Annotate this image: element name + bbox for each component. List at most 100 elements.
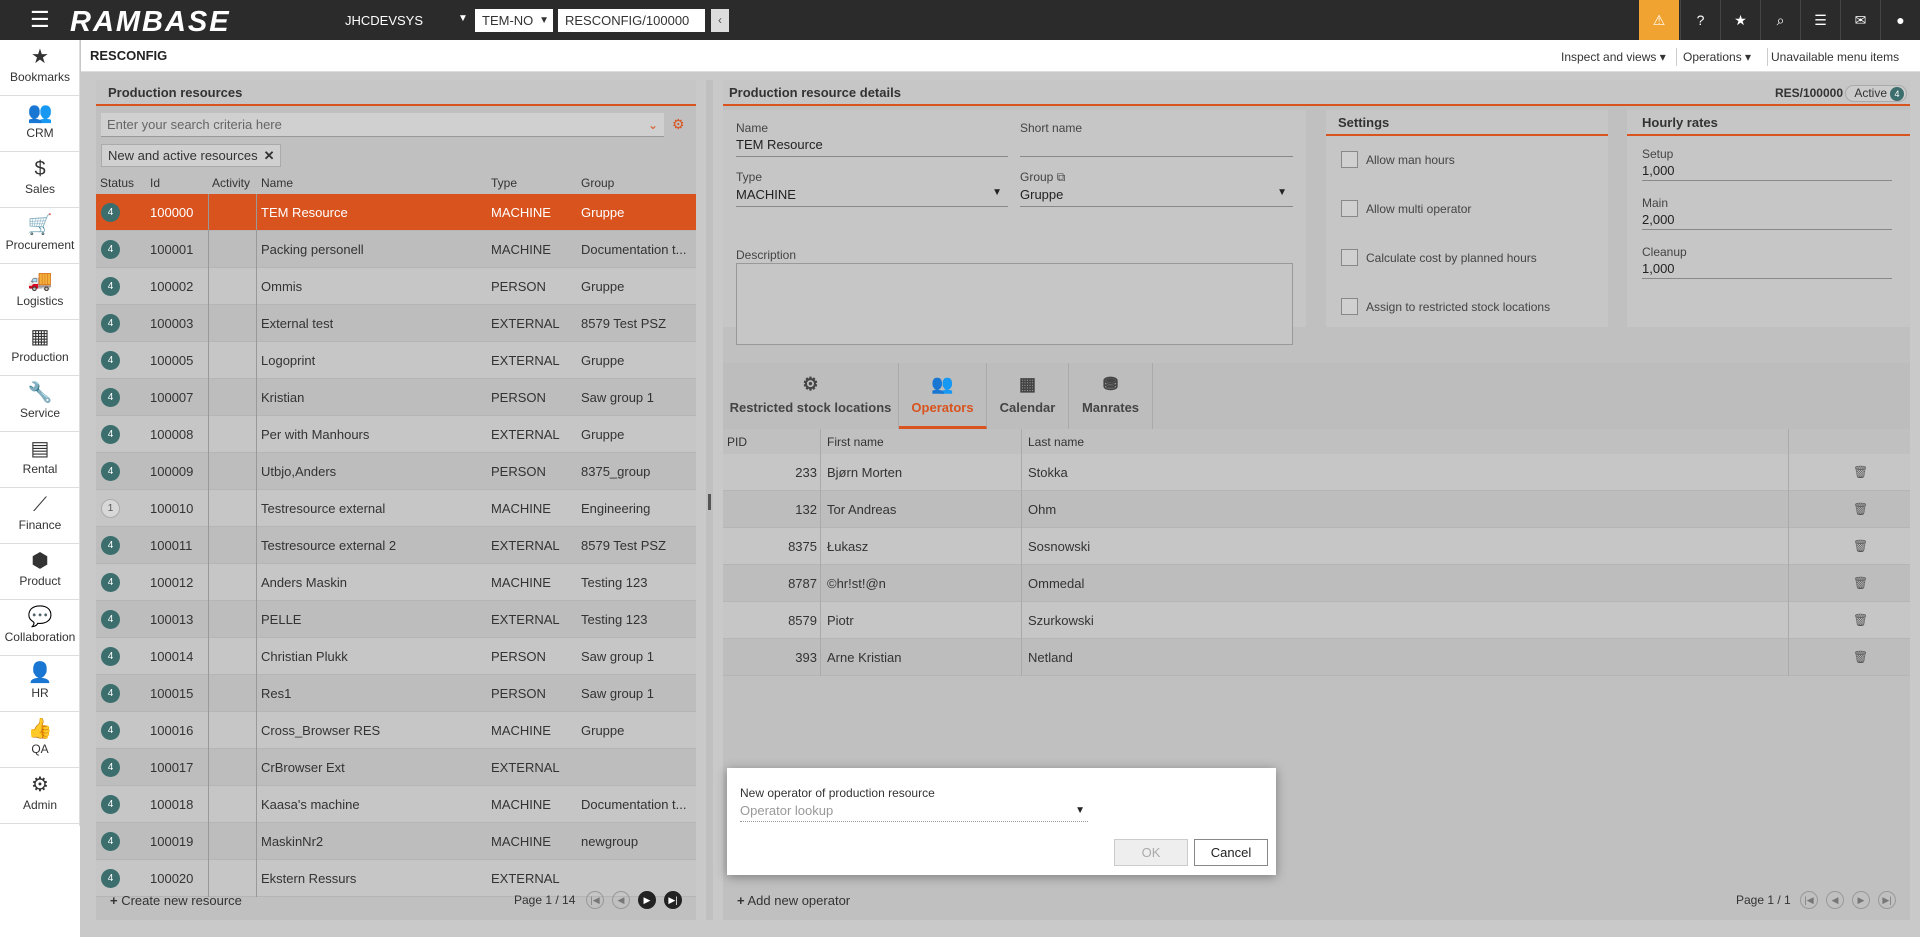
tab-calendar[interactable]: ▦ Calendar: [987, 363, 1069, 429]
search-input[interactable]: Enter your search criteria here ⌄: [101, 113, 664, 137]
trash-icon[interactable]: 🗑: [1853, 613, 1868, 627]
table-row[interactable]: 1 100010 Testresource external MACHINE Engin…: [96, 490, 696, 527]
inspect-views-menu[interactable]: Inspect and views ▾: [1561, 50, 1666, 64]
table-row[interactable]: 4 100002 Ommis PERSON Gruppe: [96, 268, 696, 305]
cleanup-field[interactable]: 1,000: [1642, 261, 1892, 279]
tab-operators[interactable]: 👥 Operators: [899, 363, 987, 429]
operator-lookup-input[interactable]: Operator lookup ▼: [740, 802, 1088, 822]
tab-restricted-stock[interactable]: ⚙ Restricted stock locations: [723, 363, 899, 429]
nav-bookmarks[interactable]: ★ Bookmarks: [0, 40, 80, 96]
nav-admin[interactable]: ⚙ Admin: [0, 768, 80, 824]
first-page-button[interactable]: |◀: [1800, 891, 1818, 909]
allow-man-hours-checkbox[interactable]: [1341, 151, 1358, 168]
type-select[interactable]: MACHINE ▼: [736, 187, 1008, 207]
trash-icon[interactable]: 🗑: [1853, 502, 1868, 516]
back-button[interactable]: ‹: [711, 9, 729, 32]
nav-production[interactable]: ▦ Production: [0, 320, 80, 376]
nav-procurement[interactable]: 🛒 Procurement: [0, 208, 80, 264]
table-row[interactable]: 8787 ©hr!st!@n Ommedal 🗑: [723, 565, 1910, 602]
attachment-icon[interactable]: ⌕: [1760, 0, 1800, 40]
system-name[interactable]: JHCDEVSYS: [345, 13, 423, 28]
table-row[interactable]: 4 100000 TEM Resource MACHINE Gruppe: [96, 194, 696, 231]
table-row[interactable]: 8579 Piotr Szurkowski 🗑: [723, 602, 1910, 639]
column-header-id[interactable]: Id: [150, 176, 160, 190]
prev-page-button[interactable]: ◀: [1826, 891, 1844, 909]
first-page-button[interactable]: |◀: [586, 891, 604, 909]
nav-hr[interactable]: 👤 HR: [0, 656, 80, 712]
table-row[interactable]: 4 100011 Testresource external 2 EXTERNAL 85…: [96, 527, 696, 564]
table-row[interactable]: 4 100003 External test EXTERNAL 8579 Test PS…: [96, 305, 696, 342]
description-field[interactable]: [736, 263, 1293, 345]
column-header-last-name[interactable]: Last name: [1028, 435, 1084, 449]
panel-splitter[interactable]: [706, 80, 713, 920]
column-header-activity[interactable]: Activity: [212, 176, 250, 190]
user-icon[interactable]: ●: [1880, 0, 1920, 40]
column-header-name[interactable]: Name: [261, 176, 293, 190]
open-link-icon[interactable]: ⧉: [1057, 170, 1066, 184]
unavailable-menu[interactable]: Unavailable menu items: [1771, 50, 1899, 64]
table-row[interactable]: 233 Bjørn Morten Stokka 🗑: [723, 454, 1910, 491]
nav-rental[interactable]: ▤ Rental: [0, 432, 80, 488]
column-header-status[interactable]: Status: [100, 176, 134, 190]
chevron-down-icon[interactable]: ▼: [1075, 802, 1085, 820]
table-row[interactable]: 4 100019 MaskinNr2 MACHINE newgroup: [96, 823, 696, 860]
trash-icon[interactable]: 🗑: [1853, 465, 1868, 479]
table-row[interactable]: 132 Tor Andreas Ohm 🗑: [723, 491, 1910, 528]
table-row[interactable]: 4 100015 Res1 PERSON Saw group 1: [96, 675, 696, 712]
nav-crm[interactable]: 👥 CRM: [0, 96, 80, 152]
next-page-button[interactable]: ▶: [638, 891, 656, 909]
nav-finance[interactable]: ⟋ Finance: [0, 488, 80, 544]
table-row[interactable]: 8375 Łukasz Sosnowski 🗑: [723, 528, 1910, 565]
nav-collaboration[interactable]: 💬 Collaboration: [0, 600, 80, 656]
menu-icon[interactable]: ☰: [30, 9, 50, 31]
table-row[interactable]: 393 Arne Kristian Netland 🗑: [723, 639, 1910, 676]
filter-chip[interactable]: New and active resources ✕: [101, 144, 282, 167]
nav-service[interactable]: 🔧 Service: [0, 376, 80, 432]
splitter-grip[interactable]: [708, 494, 711, 510]
restricted-stock-checkbox[interactable]: [1341, 298, 1358, 315]
last-page-button[interactable]: ▶|: [1878, 891, 1896, 909]
table-row[interactable]: 4 100013 PELLE EXTERNAL Testing 123: [96, 601, 696, 638]
column-header-type[interactable]: Type: [491, 176, 517, 190]
table-row[interactable]: 4 100008 Per with Manhours EXTERNAL Gruppe: [96, 416, 696, 453]
allow-multi-operator-checkbox[interactable]: [1341, 200, 1358, 217]
name-field[interactable]: TEM Resource: [736, 137, 1008, 157]
tab-manrates[interactable]: ⛃ Manrates: [1069, 363, 1153, 429]
column-header-pid[interactable]: PID: [727, 435, 747, 449]
bookmark-icon[interactable]: ★: [1720, 0, 1760, 40]
gear-icon[interactable]: ⚙: [672, 116, 685, 133]
setup-field[interactable]: 1,000: [1642, 163, 1892, 181]
create-resource-button[interactable]: + Create new resource: [110, 893, 242, 908]
column-header-group[interactable]: Group: [581, 176, 614, 190]
table-row[interactable]: 4 100007 Kristian PERSON Saw group 1: [96, 379, 696, 416]
warning-icon[interactable]: ⚠: [1639, 0, 1679, 40]
operations-menu[interactable]: Operations ▾: [1683, 50, 1751, 64]
mail-icon[interactable]: ✉: [1840, 0, 1880, 40]
table-row[interactable]: 4 100018 Kaasa's machine MACHINE Documentati…: [96, 786, 696, 823]
add-operator-button[interactable]: + Add new operator: [737, 893, 850, 908]
table-row[interactable]: 4 100014 Christian Plukk PERSON Saw group 1: [96, 638, 696, 675]
table-row[interactable]: 4 100016 Cross_Browser RES MACHINE Gruppe: [96, 712, 696, 749]
main-field[interactable]: 2,000: [1642, 212, 1892, 230]
column-header-first-name[interactable]: First name: [827, 435, 884, 449]
help-icon[interactable]: ?: [1680, 0, 1720, 40]
nav-qa[interactable]: 👍 QA: [0, 712, 80, 768]
company-select[interactable]: TEM-NO ▼: [475, 9, 553, 32]
short-name-field[interactable]: [1020, 137, 1293, 157]
table-row[interactable]: 4 100009 Utbjo,Anders PERSON 8375_group: [96, 453, 696, 490]
trash-icon[interactable]: 🗑: [1853, 576, 1868, 590]
group-select[interactable]: Gruppe ▼: [1020, 187, 1293, 207]
close-icon[interactable]: ✕: [264, 148, 275, 163]
ok-button[interactable]: OK: [1114, 839, 1188, 866]
next-page-button[interactable]: ▶: [1852, 891, 1870, 909]
trash-icon[interactable]: 🗑: [1853, 650, 1868, 664]
chevron-down-icon[interactable]: ▼: [458, 13, 468, 24]
nav-product[interactable]: ⬢ Product: [0, 544, 80, 600]
nav-sales[interactable]: $ Sales: [0, 152, 80, 208]
cancel-button[interactable]: Cancel: [1194, 839, 1268, 866]
table-row[interactable]: 4 100005 Logoprint EXTERNAL Gruppe: [96, 342, 696, 379]
path-input[interactable]: RESCONFIG/100000: [558, 9, 705, 32]
prev-page-button[interactable]: ◀: [612, 891, 630, 909]
nav-logistics[interactable]: 🚚 Logistics: [0, 264, 80, 320]
cost-planned-hours-checkbox[interactable]: [1341, 249, 1358, 266]
